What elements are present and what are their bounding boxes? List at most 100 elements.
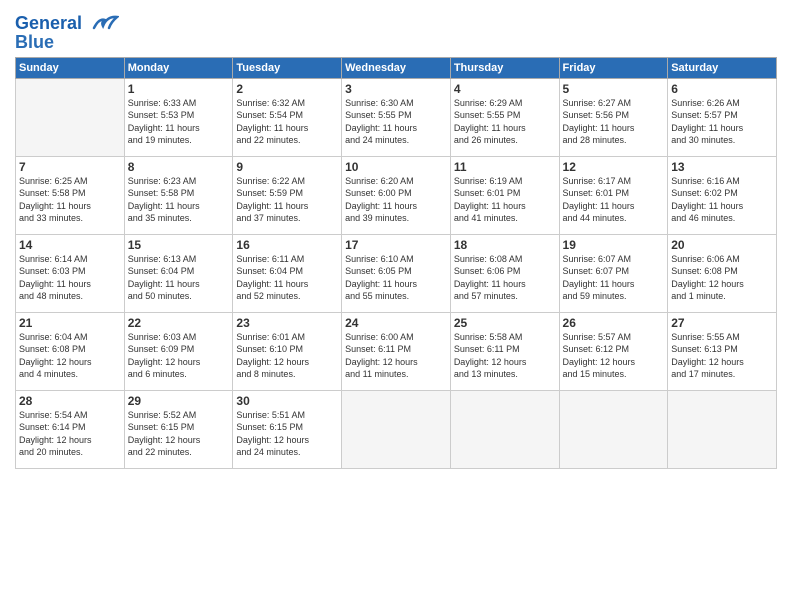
- day-detail: Sunrise: 6:14 AM Sunset: 6:03 PM Dayligh…: [19, 253, 121, 302]
- week-row-2: 14Sunrise: 6:14 AM Sunset: 6:03 PM Dayli…: [16, 235, 777, 313]
- weekday-header-thursday: Thursday: [450, 58, 559, 79]
- main-container: General Blue SundayMondayTuesdayWednesda…: [0, 0, 792, 479]
- day-number: 17: [345, 238, 447, 252]
- calendar-cell: 30Sunrise: 5:51 AM Sunset: 6:15 PM Dayli…: [233, 391, 342, 469]
- calendar-cell: 7Sunrise: 6:25 AM Sunset: 5:58 PM Daylig…: [16, 157, 125, 235]
- day-number: 4: [454, 82, 556, 96]
- day-number: 7: [19, 160, 121, 174]
- day-number: 29: [128, 394, 230, 408]
- calendar-cell: 3Sunrise: 6:30 AM Sunset: 5:55 PM Daylig…: [342, 79, 451, 157]
- weekday-header-saturday: Saturday: [668, 58, 777, 79]
- day-number: 27: [671, 316, 773, 330]
- day-number: 10: [345, 160, 447, 174]
- calendar-cell: [450, 391, 559, 469]
- calendar-cell: 15Sunrise: 6:13 AM Sunset: 6:04 PM Dayli…: [124, 235, 233, 313]
- day-detail: Sunrise: 6:13 AM Sunset: 6:04 PM Dayligh…: [128, 253, 230, 302]
- day-number: 15: [128, 238, 230, 252]
- day-detail: Sunrise: 6:03 AM Sunset: 6:09 PM Dayligh…: [128, 331, 230, 380]
- day-detail: Sunrise: 6:08 AM Sunset: 6:06 PM Dayligh…: [454, 253, 556, 302]
- logo-text: General: [15, 14, 119, 34]
- day-detail: Sunrise: 6:27 AM Sunset: 5:56 PM Dayligh…: [563, 97, 665, 146]
- day-detail: Sunrise: 6:16 AM Sunset: 6:02 PM Dayligh…: [671, 175, 773, 224]
- calendar-cell: 6Sunrise: 6:26 AM Sunset: 5:57 PM Daylig…: [668, 79, 777, 157]
- day-detail: Sunrise: 6:30 AM Sunset: 5:55 PM Dayligh…: [345, 97, 447, 146]
- calendar-cell: 11Sunrise: 6:19 AM Sunset: 6:01 PM Dayli…: [450, 157, 559, 235]
- day-number: 3: [345, 82, 447, 96]
- day-number: 21: [19, 316, 121, 330]
- week-row-1: 7Sunrise: 6:25 AM Sunset: 5:58 PM Daylig…: [16, 157, 777, 235]
- day-number: 23: [236, 316, 338, 330]
- day-detail: Sunrise: 6:23 AM Sunset: 5:58 PM Dayligh…: [128, 175, 230, 224]
- calendar-cell: 19Sunrise: 6:07 AM Sunset: 6:07 PM Dayli…: [559, 235, 668, 313]
- day-number: 8: [128, 160, 230, 174]
- day-number: 11: [454, 160, 556, 174]
- day-number: 28: [19, 394, 121, 408]
- weekday-header-monday: Monday: [124, 58, 233, 79]
- calendar-cell: 18Sunrise: 6:08 AM Sunset: 6:06 PM Dayli…: [450, 235, 559, 313]
- day-detail: Sunrise: 5:55 AM Sunset: 6:13 PM Dayligh…: [671, 331, 773, 380]
- calendar-cell: 29Sunrise: 5:52 AM Sunset: 6:15 PM Dayli…: [124, 391, 233, 469]
- weekday-header-friday: Friday: [559, 58, 668, 79]
- calendar-cell: 14Sunrise: 6:14 AM Sunset: 6:03 PM Dayli…: [16, 235, 125, 313]
- day-number: 20: [671, 238, 773, 252]
- day-detail: Sunrise: 6:04 AM Sunset: 6:08 PM Dayligh…: [19, 331, 121, 380]
- day-detail: Sunrise: 5:58 AM Sunset: 6:11 PM Dayligh…: [454, 331, 556, 380]
- week-row-3: 21Sunrise: 6:04 AM Sunset: 6:08 PM Dayli…: [16, 313, 777, 391]
- day-detail: Sunrise: 6:01 AM Sunset: 6:10 PM Dayligh…: [236, 331, 338, 380]
- calendar-cell: 25Sunrise: 5:58 AM Sunset: 6:11 PM Dayli…: [450, 313, 559, 391]
- calendar-cell: 22Sunrise: 6:03 AM Sunset: 6:09 PM Dayli…: [124, 313, 233, 391]
- day-detail: Sunrise: 6:07 AM Sunset: 6:07 PM Dayligh…: [563, 253, 665, 302]
- day-detail: Sunrise: 6:29 AM Sunset: 5:55 PM Dayligh…: [454, 97, 556, 146]
- day-detail: Sunrise: 6:06 AM Sunset: 6:08 PM Dayligh…: [671, 253, 773, 302]
- day-detail: Sunrise: 5:57 AM Sunset: 6:12 PM Dayligh…: [563, 331, 665, 380]
- day-number: 12: [563, 160, 665, 174]
- day-detail: Sunrise: 5:52 AM Sunset: 6:15 PM Dayligh…: [128, 409, 230, 458]
- day-number: 14: [19, 238, 121, 252]
- header-row: SundayMondayTuesdayWednesdayThursdayFrid…: [16, 58, 777, 79]
- day-detail: Sunrise: 6:25 AM Sunset: 5:58 PM Dayligh…: [19, 175, 121, 224]
- calendar-cell: 23Sunrise: 6:01 AM Sunset: 6:10 PM Dayli…: [233, 313, 342, 391]
- calendar-cell: 28Sunrise: 5:54 AM Sunset: 6:14 PM Dayli…: [16, 391, 125, 469]
- header: General Blue: [15, 10, 777, 53]
- day-detail: Sunrise: 6:11 AM Sunset: 6:04 PM Dayligh…: [236, 253, 338, 302]
- calendar-cell: 20Sunrise: 6:06 AM Sunset: 6:08 PM Dayli…: [668, 235, 777, 313]
- day-detail: Sunrise: 6:32 AM Sunset: 5:54 PM Dayligh…: [236, 97, 338, 146]
- day-number: 2: [236, 82, 338, 96]
- calendar-cell: 26Sunrise: 5:57 AM Sunset: 6:12 PM Dayli…: [559, 313, 668, 391]
- logo: General Blue: [15, 14, 119, 53]
- day-detail: Sunrise: 6:10 AM Sunset: 6:05 PM Dayligh…: [345, 253, 447, 302]
- week-row-0: 1Sunrise: 6:33 AM Sunset: 5:53 PM Daylig…: [16, 79, 777, 157]
- calendar-cell: 13Sunrise: 6:16 AM Sunset: 6:02 PM Dayli…: [668, 157, 777, 235]
- calendar-cell: 27Sunrise: 5:55 AM Sunset: 6:13 PM Dayli…: [668, 313, 777, 391]
- weekday-header-wednesday: Wednesday: [342, 58, 451, 79]
- day-number: 9: [236, 160, 338, 174]
- day-detail: Sunrise: 6:17 AM Sunset: 6:01 PM Dayligh…: [563, 175, 665, 224]
- day-detail: Sunrise: 6:20 AM Sunset: 6:00 PM Dayligh…: [345, 175, 447, 224]
- day-detail: Sunrise: 5:51 AM Sunset: 6:15 PM Dayligh…: [236, 409, 338, 458]
- calendar-cell: 8Sunrise: 6:23 AM Sunset: 5:58 PM Daylig…: [124, 157, 233, 235]
- day-number: 22: [128, 316, 230, 330]
- day-number: 26: [563, 316, 665, 330]
- logo-blue: Blue: [15, 32, 119, 53]
- day-number: 13: [671, 160, 773, 174]
- day-detail: Sunrise: 5:54 AM Sunset: 6:14 PM Dayligh…: [19, 409, 121, 458]
- calendar-cell: [668, 391, 777, 469]
- calendar-table: SundayMondayTuesdayWednesdayThursdayFrid…: [15, 57, 777, 469]
- calendar-cell: 12Sunrise: 6:17 AM Sunset: 6:01 PM Dayli…: [559, 157, 668, 235]
- calendar-cell: [342, 391, 451, 469]
- calendar-cell: 4Sunrise: 6:29 AM Sunset: 5:55 PM Daylig…: [450, 79, 559, 157]
- weekday-header-tuesday: Tuesday: [233, 58, 342, 79]
- calendar-cell: 1Sunrise: 6:33 AM Sunset: 5:53 PM Daylig…: [124, 79, 233, 157]
- calendar-cell: 10Sunrise: 6:20 AM Sunset: 6:00 PM Dayli…: [342, 157, 451, 235]
- calendar-cell: 21Sunrise: 6:04 AM Sunset: 6:08 PM Dayli…: [16, 313, 125, 391]
- calendar-cell: [559, 391, 668, 469]
- day-detail: Sunrise: 6:19 AM Sunset: 6:01 PM Dayligh…: [454, 175, 556, 224]
- day-number: 18: [454, 238, 556, 252]
- day-detail: Sunrise: 6:26 AM Sunset: 5:57 PM Dayligh…: [671, 97, 773, 146]
- day-number: 19: [563, 238, 665, 252]
- day-number: 25: [454, 316, 556, 330]
- logo-general: General: [15, 13, 82, 33]
- day-number: 5: [563, 82, 665, 96]
- day-number: 30: [236, 394, 338, 408]
- week-row-4: 28Sunrise: 5:54 AM Sunset: 6:14 PM Dayli…: [16, 391, 777, 469]
